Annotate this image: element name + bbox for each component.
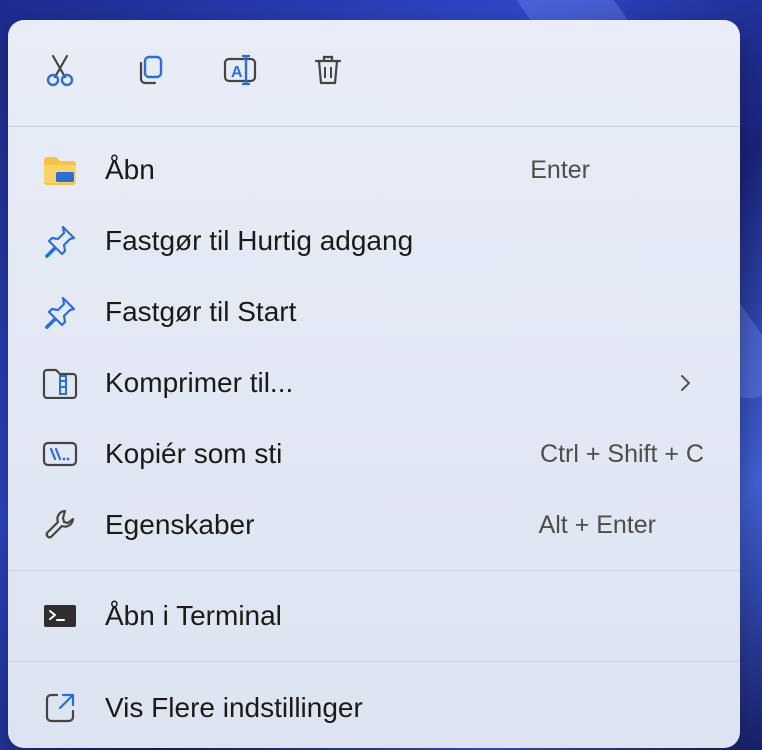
menu-item-label: Fastgør til Hurtig adgang: [105, 225, 414, 256]
menu-item-shortcut: Ctrl + Shift + C: [540, 440, 704, 468]
menu-item-properties[interactable]: Egenskaber Alt + Enter: [8, 490, 740, 560]
copy-icon: [134, 53, 166, 92]
pin-icon: [42, 223, 78, 259]
menu-item-label: Åbn: [105, 154, 155, 185]
menu-item-pin-quick-access[interactable]: Fastgør til Hurtig adgang: [8, 206, 740, 276]
menu-item-label: Fastgør til Start: [105, 296, 297, 327]
pin-icon: [42, 294, 78, 330]
menu-item-label: Kopiér som sti: [105, 438, 283, 469]
chevron-right-icon: [674, 372, 696, 394]
cut-icon: [44, 53, 76, 92]
menu-item-label: Komprimer til...: [105, 367, 294, 398]
folder-icon: [42, 152, 78, 188]
wrench-icon: [42, 507, 78, 543]
rename-button[interactable]: A: [220, 50, 260, 94]
copy-button[interactable]: [130, 50, 170, 94]
menu-item-show-more-options[interactable]: Vis Flere indstillinger: [8, 673, 740, 743]
menu-item-open[interactable]: Åbn Enter: [8, 135, 740, 205]
delete-button[interactable]: [308, 50, 348, 94]
menu-item-open-terminal[interactable]: Åbn i Terminal: [8, 581, 740, 651]
menu-item-label: Åbn i Terminal: [105, 600, 282, 631]
menu-item-copy-path[interactable]: Kopiér som sti Ctrl + Shift + C: [8, 419, 740, 489]
menu-item-shortcut: Alt + Enter: [538, 511, 656, 539]
terminal-icon: [42, 598, 78, 634]
menu-item-compress[interactable]: Komprimer til...: [8, 348, 740, 418]
more-options-icon: [42, 690, 78, 726]
menu-item-shortcut: Enter: [530, 156, 590, 184]
separator: [8, 570, 740, 571]
separator: [8, 661, 740, 662]
zip-folder-icon: [42, 365, 78, 401]
copy-path-icon: [42, 436, 78, 472]
menu-item-label: Egenskaber: [105, 509, 255, 540]
rename-icon: A: [222, 53, 258, 92]
menu-item-pin-start[interactable]: Fastgør til Start: [8, 277, 740, 347]
svg-text:A: A: [231, 64, 243, 81]
context-menu: A Åbn Enter Fastgør til Hurtig adgang Fa…: [8, 20, 740, 748]
menu-item-label: Vis Flere indstillinger: [105, 692, 363, 723]
cut-button[interactable]: [40, 50, 80, 94]
delete-icon: [312, 53, 344, 92]
quick-actions-toolbar: A: [8, 20, 740, 127]
